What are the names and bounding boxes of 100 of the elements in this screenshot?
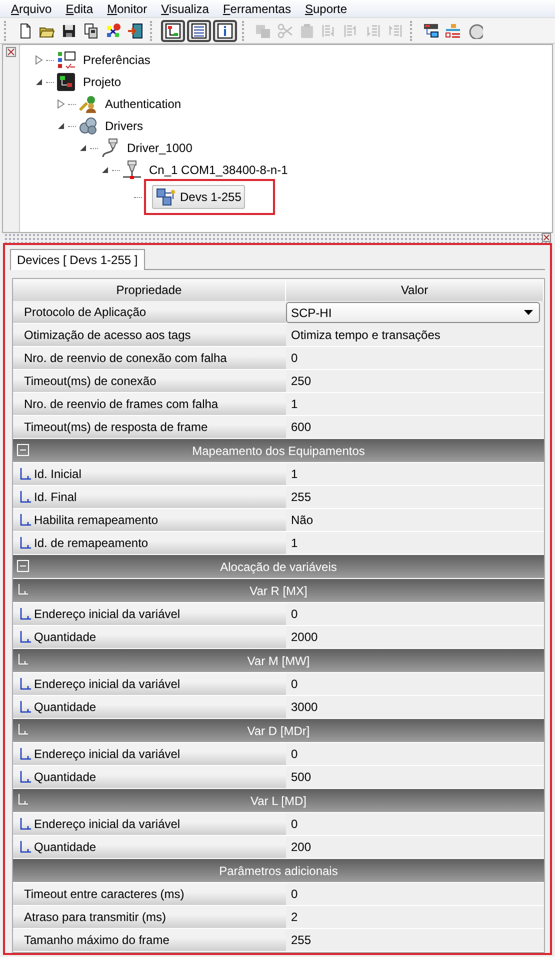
property-value[interactable]: 250 — [286, 370, 544, 393]
corner-line-icon — [17, 584, 29, 596]
protocol-dropdown[interactable]: SCP-HI — [286, 302, 540, 323]
menu-item[interactable]: Ferramentas — [216, 2, 298, 16]
property-value[interactable]: 3000 — [286, 696, 544, 719]
menu-item[interactable]: Monitor — [100, 2, 154, 16]
checklist-icon[interactable] — [445, 22, 461, 39]
property-name: Quantidade — [13, 836, 286, 859]
column-header: Propriedade — [13, 279, 286, 301]
property-name: Id. de remapeamento — [13, 532, 286, 555]
caret-icon — [524, 310, 533, 315]
collapse-box-icon[interactable] — [17, 560, 29, 572]
list-view-icon[interactable] — [191, 22, 207, 39]
close-icon[interactable] — [542, 233, 551, 242]
property-name: Habilita remapeamento — [13, 509, 286, 532]
property-name: Quantidade — [13, 766, 286, 789]
corner-line-icon — [19, 700, 32, 714]
property-value[interactable]: 1 — [286, 463, 544, 486]
property-value[interactable]: 2 — [286, 906, 544, 929]
property-name: Nro. de reenvio de frames com falha — [13, 393, 286, 416]
property-value[interactable]: 2000 — [286, 626, 544, 649]
property-value[interactable]: 0 — [286, 883, 544, 906]
subsection-header: Var D [MDr] — [13, 719, 544, 743]
property-value[interactable]: 0 — [286, 603, 544, 626]
property-name: Tamanho máximo do frame — [13, 929, 286, 952]
network-cross-icon[interactable] — [105, 22, 121, 39]
section-header: Alocação de variáveis — [13, 555, 544, 579]
corner-line-icon — [19, 514, 32, 526]
tree-item[interactable]: Cn_1 COM1_38400-8-n-1 — [146, 162, 291, 178]
subsection-header: Var L [MD] — [13, 789, 544, 813]
property-value[interactable]: 255 — [286, 486, 544, 509]
tree-item[interactable]: Projeto — [80, 74, 124, 90]
property-value[interactable]: 1 — [286, 532, 544, 555]
property-value[interactable]: 0 — [286, 347, 544, 370]
monitor-network-icon[interactable] — [423, 22, 439, 39]
tree-item[interactable]: Preferências — [80, 52, 154, 68]
collapse-arrow-icon[interactable] — [100, 165, 110, 176]
corner-line-icon — [19, 468, 32, 480]
menu-item[interactable]: Visualiza — [154, 2, 216, 16]
floppy-icon[interactable] — [61, 22, 77, 39]
corner-line-icon — [19, 630, 32, 644]
corner-line-icon — [19, 840, 32, 854]
property-value[interactable]: 0 — [286, 743, 544, 766]
property-name: Atraso para transmitir (ms) — [13, 906, 286, 929]
tree-view-icon[interactable] — [165, 22, 181, 39]
tree-item[interactable]: Authentication — [102, 96, 184, 112]
tree-item[interactable]: Driver_1000 — [124, 140, 196, 156]
property-name: Endereço inicial da variável — [13, 813, 286, 836]
corner-line-icon — [19, 818, 32, 830]
menu-item[interactable]: Edita — [58, 2, 100, 16]
corner-line-icon — [19, 770, 32, 784]
property-name: Endereço inicial da variável — [13, 673, 286, 696]
corner-line-icon — [19, 608, 32, 620]
corner-line-icon — [17, 724, 29, 736]
property-value[interactable]: 0 — [286, 813, 544, 836]
property-name: Quantidade — [13, 696, 286, 719]
property-name: Protocolo de Aplicação — [13, 301, 286, 324]
documents-icon[interactable] — [83, 22, 99, 39]
tree-node-icon — [122, 160, 142, 180]
toggle-button[interactable] — [213, 20, 237, 42]
panel-tab[interactable]: Devices [ Devs 1-255 ] — [10, 249, 145, 270]
property-value[interactable]: Otimiza tempo e transações — [286, 324, 544, 347]
corner-line-icon — [19, 490, 32, 504]
property-value[interactable]: Não — [286, 509, 544, 532]
property-name: Id. Final — [13, 486, 286, 509]
property-name: Quantidade — [13, 626, 286, 649]
expand-arrow-icon[interactable] — [34, 55, 44, 66]
close-icon[interactable] — [6, 47, 16, 58]
tree-node-icon — [78, 94, 98, 114]
subsection-header: Var M [MW] — [13, 649, 544, 673]
property-value[interactable]: 600 — [286, 416, 544, 439]
property-value[interactable]: 255 — [286, 929, 544, 952]
section-header: Mapeamento dos Equipamentos — [13, 439, 544, 463]
property-name: Id. Inicial — [13, 463, 286, 486]
property-name: Endereço inicial da variável — [13, 603, 286, 626]
tree-item[interactable]: Drivers — [102, 118, 146, 134]
collapse-arrow-icon[interactable] — [56, 121, 66, 132]
collapse-box-icon[interactable] — [17, 444, 29, 456]
menu-item[interactable]: Arquivo — [4, 2, 59, 16]
menu-item[interactable]: Suporte — [298, 2, 354, 16]
corner-line-icon — [19, 678, 32, 690]
corner-line-icon — [19, 536, 32, 550]
corner-line-icon — [17, 794, 29, 806]
toggle-button[interactable] — [161, 20, 185, 42]
property-value[interactable]: 200 — [286, 836, 544, 859]
collapse-arrow-icon[interactable] — [34, 77, 44, 88]
info-icon[interactable] — [217, 22, 233, 39]
tree-item[interactable]: Devs 1-255 — [152, 185, 246, 210]
tree-node-icon — [56, 72, 76, 92]
property-value[interactable]: 1 — [286, 393, 544, 416]
property-value[interactable]: 500 — [286, 766, 544, 789]
section-header: Parâmetros adicionais — [13, 859, 544, 883]
property-name: Nro. de reenvio de conexão com falha — [13, 347, 286, 370]
collapse-arrow-icon[interactable] — [78, 143, 88, 154]
property-name: Otimização de acesso aos tags — [13, 324, 286, 347]
property-value[interactable]: 0 — [286, 673, 544, 696]
corner-line-icon — [19, 748, 32, 760]
door-arrow-icon[interactable] — [127, 22, 143, 39]
toggle-button[interactable] — [187, 20, 211, 42]
expand-arrow-icon[interactable] — [56, 99, 66, 110]
